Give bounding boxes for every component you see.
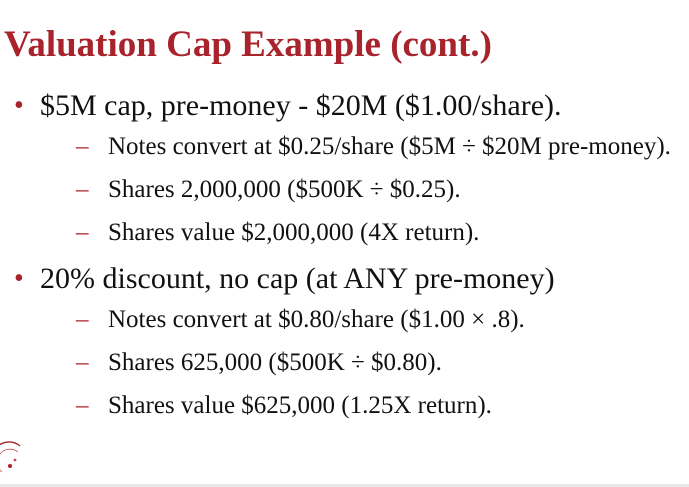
sub-bullet-text: Shares 2,000,000 ($500K ÷ $0.25). [108,176,461,203]
sub-bullet-list: – Notes convert at $0.80/share ($1.00 × … [40,303,674,422]
sub-bullet-dash-icon: – [76,176,89,203]
sub-bullet-dash-icon: – [76,306,89,333]
university-seal-icon [0,441,21,473]
sub-bullet-item: – Notes convert at $0.80/share ($1.00 × … [40,303,683,336]
bullet-text: 20% discount, no cap (at ANY pre-money) [40,262,555,295]
slide-title: Valuation Cap Example (cont.) [4,24,492,65]
sub-bullet-text: Shares value $2,000,000 (4X return). [108,219,480,246]
bullet-item: • $5M cap, pre-money - $20M ($1.00/share… [14,86,674,249]
bullet-item: • 20% discount, no cap (at ANY pre-money… [14,259,674,422]
sub-bullet-text: Shares 625,000 ($500K ÷ $0.80). [108,349,442,376]
sub-bullet-item: – Shares value $2,000,000 (4X return). [40,216,683,249]
sub-bullet-dash-icon: – [76,133,89,160]
sub-bullet-item: – Shares 2,000,000 ($500K ÷ $0.25). [40,173,683,206]
sub-bullet-list: – Notes convert at $0.25/share ($5M ÷ $2… [40,130,674,249]
sub-bullet-text: Notes convert at $0.80/share ($1.00 × .8… [108,306,525,333]
sub-bullet-text: Shares value $625,000 (1.25X return). [108,392,492,419]
sub-bullet-item: – Shares value $625,000 (1.25X return). [40,389,683,422]
sub-bullet-dash-icon: – [76,392,89,419]
bullet-list: • $5M cap, pre-money - $20M ($1.00/share… [14,86,674,432]
bullet-dot-icon: • [14,90,24,121]
sub-bullet-text: Notes convert at $0.25/share ($5M ÷ $20M… [108,133,671,160]
sub-bullet-dash-icon: – [76,219,89,246]
bullet-text: $5M cap, pre-money - $20M ($1.00/share). [40,89,562,122]
sub-bullet-dash-icon: – [76,349,89,376]
sub-bullet-item: – Shares 625,000 ($500K ÷ $0.80). [40,346,683,379]
bullet-dot-icon: • [14,263,24,294]
slide: Valuation Cap Example (cont.) • $5M cap,… [0,0,689,487]
sub-bullet-item: – Notes convert at $0.25/share ($5M ÷ $2… [40,130,683,163]
